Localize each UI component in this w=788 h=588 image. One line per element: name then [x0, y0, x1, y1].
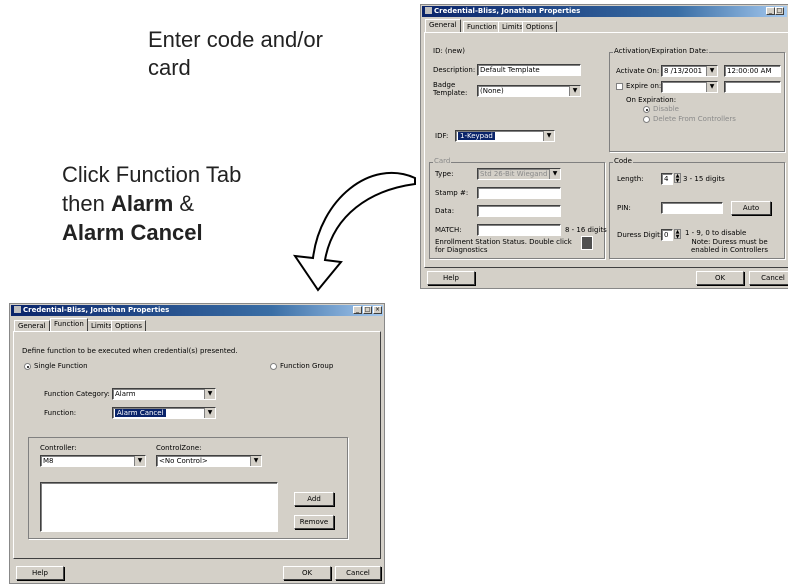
stamp-label: Stamp #: [435, 189, 469, 197]
chevron-down-icon: ▼ [569, 86, 580, 96]
help-button[interactable]: Help [16, 566, 64, 580]
general-properties-window: Credential-Bliss, Jonathan Properties _ … [420, 4, 788, 289]
function-list-box[interactable] [40, 482, 278, 532]
duress-field[interactable]: 0 [661, 229, 673, 241]
annotation-enter-code: Enter code and/or card [148, 27, 323, 80]
length-spinner[interactable]: ▲ ▼ [674, 173, 681, 184]
chevron-down-icon: ▼ [250, 456, 261, 466]
delete-label: Delete From Controllers [653, 115, 736, 123]
app-icon [14, 306, 21, 313]
idf-label: IDF: [435, 132, 449, 140]
minimize-button[interactable]: _ [766, 7, 775, 15]
length-label: Length: [617, 175, 644, 183]
disable-radio[interactable] [643, 106, 650, 113]
function-category-select[interactable]: Alarm ▼ [112, 388, 216, 400]
pin-field[interactable] [661, 202, 723, 214]
auto-button[interactable]: Auto [731, 201, 771, 215]
expire-time-field[interactable] [724, 81, 781, 93]
match-hint: 8 - 16 digits [565, 226, 607, 234]
function-category-label: Function Category: [44, 390, 110, 398]
single-function-radio[interactable] [24, 363, 31, 370]
diagnostics-icon[interactable] [581, 236, 593, 250]
chevron-down-icon: ▼ [706, 66, 717, 76]
expire-on-checkbox[interactable] [616, 83, 623, 90]
length-hint: 3 - 15 digits [683, 175, 725, 183]
annotation-click-function: Click Function Tab then Alarm & Alarm Ca… [62, 162, 242, 245]
description-label: Description: [433, 66, 476, 74]
controller-select[interactable]: M8 ▼ [40, 455, 146, 467]
curved-arrow-icon [292, 172, 416, 292]
data-label: Data: [435, 207, 455, 215]
ok-button[interactable]: OK [283, 566, 331, 580]
function-group-radio[interactable] [270, 363, 277, 370]
minimize-button[interactable]: _ [353, 306, 362, 314]
duress-note: Note: Duress must be enabled in Controlle… [691, 238, 769, 254]
window-titlebar: Credential-Bliss, Jonathan Properties [11, 305, 383, 316]
activate-date-field[interactable]: 8 /13/2001 ▼ [661, 65, 718, 77]
maximize-button[interactable]: □ [775, 7, 784, 15]
controlzone-select[interactable]: <No Control> ▼ [156, 455, 262, 467]
activate-on-label: Activate On: [616, 67, 660, 75]
ok-button[interactable]: OK [696, 271, 744, 285]
define-function-text: Define function to be executed when cred… [22, 347, 238, 355]
disable-label: Disable [653, 105, 679, 113]
function-properties-window: Credential-Bliss, Jonathan Properties _ … [9, 303, 385, 584]
function-select[interactable]: Alarm Cancel ▼ [112, 407, 216, 419]
cancel-button[interactable]: Cancel [335, 566, 381, 580]
match-field[interactable] [477, 224, 561, 236]
card-type-select[interactable]: Std 26-Bit Wiegand ▼ [477, 168, 561, 180]
chevron-down-icon: ▼ [134, 456, 145, 466]
expire-date-field[interactable]: ▼ [661, 81, 718, 93]
controller-label: Controller: [40, 444, 77, 452]
stamp-field[interactable] [477, 187, 561, 199]
duress-spinner[interactable]: ▲ ▼ [674, 229, 681, 240]
id-label: ID: (new) [433, 47, 465, 55]
badge-template-label: Badge Template: [433, 81, 468, 97]
duress-label: Duress Digit: [617, 231, 663, 239]
activate-time-field[interactable]: 12:00:00 AM [724, 65, 781, 77]
chevron-down-icon: ▼ [543, 131, 554, 141]
card-group-title: Card [433, 157, 452, 165]
app-icon [425, 7, 432, 14]
controlzone-label: ControlZone: [156, 444, 202, 452]
add-button[interactable]: Add [294, 492, 334, 506]
tab-options[interactable]: Options [522, 21, 558, 32]
duress-hint: 1 - 9, 0 to disable [685, 229, 747, 237]
badge-template-select[interactable]: (None) ▼ [477, 85, 581, 97]
length-field[interactable]: 4 [661, 173, 673, 185]
match-label: MATCH: [435, 226, 462, 234]
chevron-down-icon: ▼ [706, 82, 717, 92]
chevron-down-icon: ▼ [204, 408, 215, 418]
function-label: Function: [44, 409, 77, 417]
single-function-label: Single Function [34, 362, 88, 370]
function-group-label: Function Group [280, 362, 334, 370]
maximize-button[interactable]: □ [363, 306, 372, 314]
idf-select[interactable]: 1-Keypad ▼ [455, 130, 555, 142]
type-label: Type: [435, 170, 454, 178]
tab-options[interactable]: Options [111, 320, 147, 331]
enrollment-status-text: Enrollment Station Status. Double click f… [435, 238, 572, 254]
chevron-down-icon: ▼ [204, 389, 215, 399]
close-button[interactable]: × [373, 306, 382, 314]
pin-label: PIN: [617, 204, 631, 212]
tab-general[interactable]: General [14, 320, 50, 331]
on-expiration-label: On Expiration: [626, 96, 677, 104]
tab-function[interactable]: Function [463, 21, 501, 32]
tab-general[interactable]: General [425, 19, 461, 32]
chevron-down-icon: ▼ [549, 169, 560, 179]
data-field[interactable] [477, 205, 561, 217]
tab-function[interactable]: Function [50, 318, 88, 331]
help-button[interactable]: Help [427, 271, 475, 285]
activation-group-title: Activation/Expiration Date: [613, 47, 710, 55]
remove-button[interactable]: Remove [294, 515, 334, 529]
expire-on-label: Expire on: [626, 82, 662, 90]
description-field[interactable]: Default Template [477, 64, 581, 76]
window-titlebar: Credential-Bliss, Jonathan Properties [422, 6, 787, 17]
code-group-title: Code [613, 157, 633, 165]
cancel-button[interactable]: Cancel [749, 271, 788, 285]
delete-radio[interactable] [643, 116, 650, 123]
